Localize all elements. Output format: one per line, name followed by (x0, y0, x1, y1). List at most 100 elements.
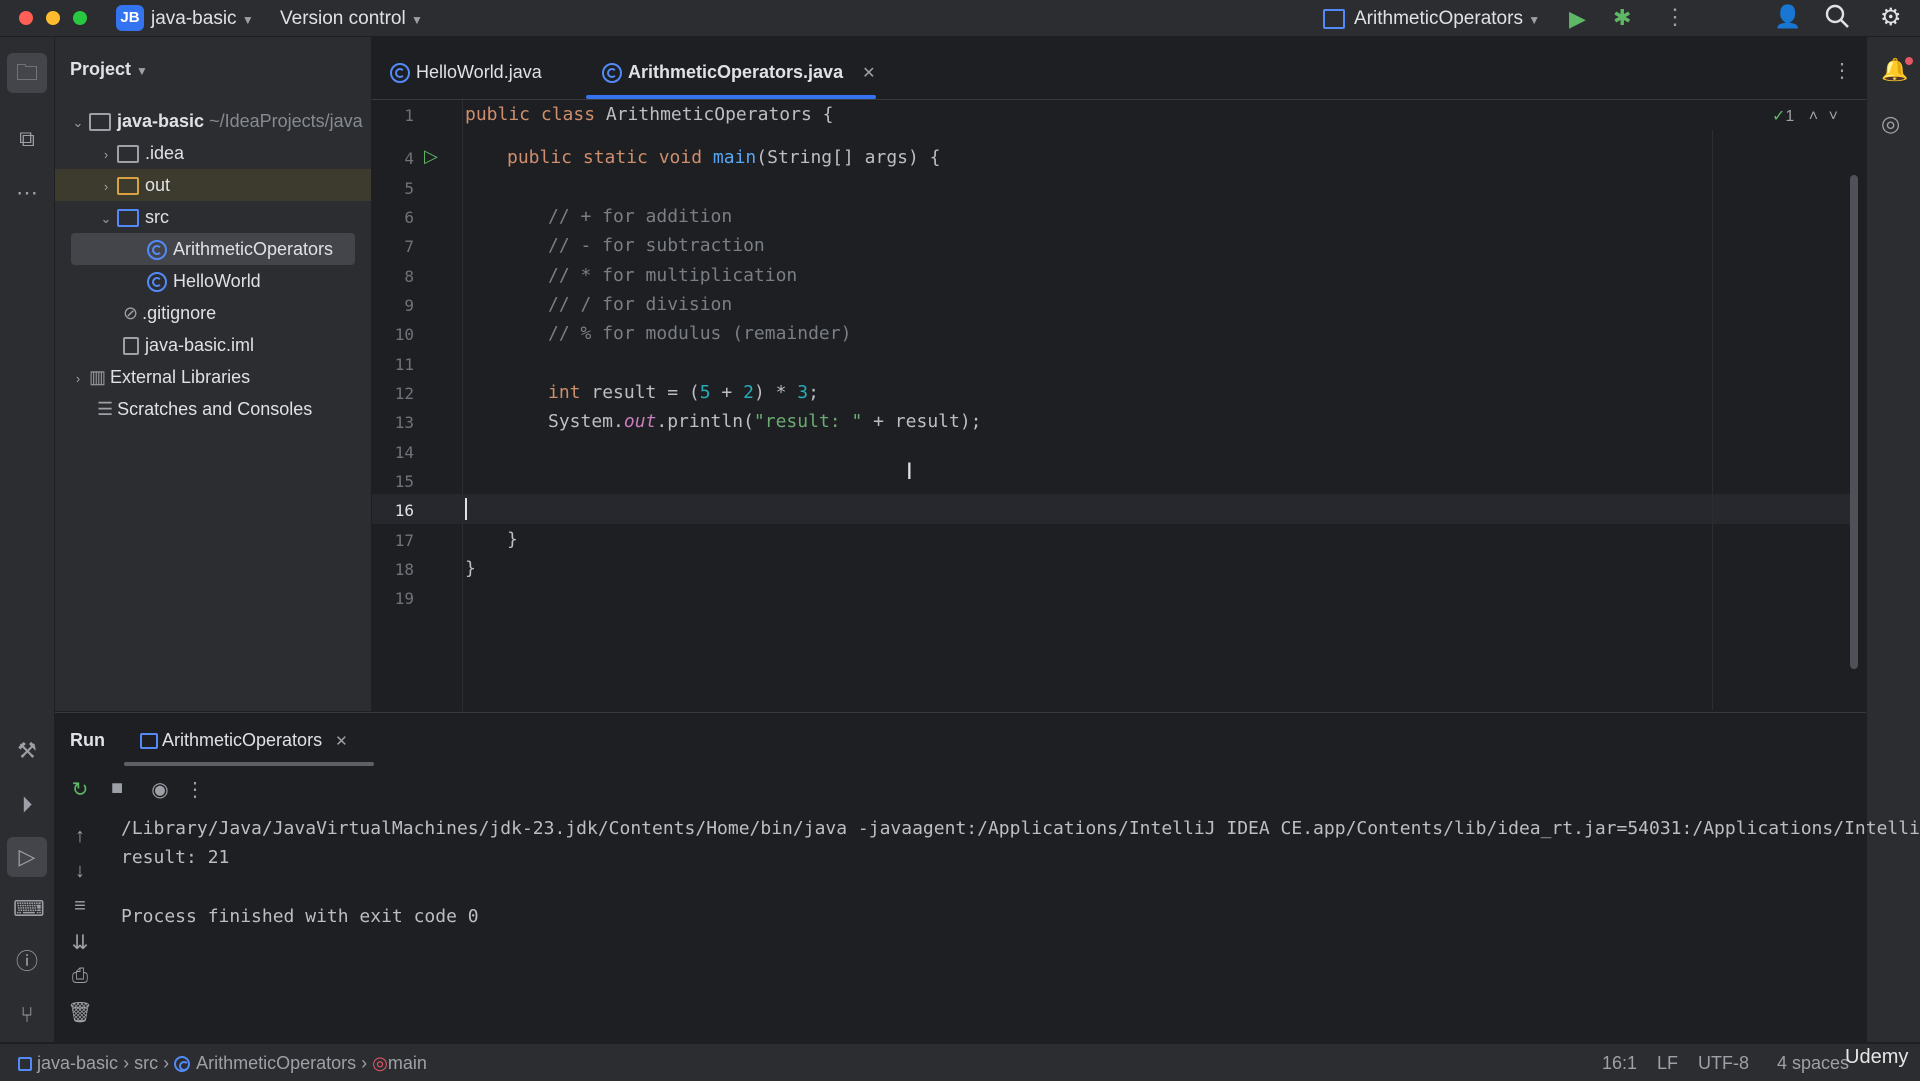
vcs-menu[interactable]: Version control ▼ (280, 8, 423, 30)
tab-arithmeticoperators[interactable]: ArithmeticOperators.java ✕ (602, 37, 876, 99)
run-tab[interactable]: ArithmeticOperators ✕ (140, 730, 348, 751)
project-panel-header[interactable]: Project ▼ (70, 59, 148, 80)
scroll-to-end-icon[interactable]: ⇊ (66, 930, 94, 955)
code-line-10[interactable]: // % for modulus (remainder) (548, 323, 851, 344)
project-switcher[interactable]: java-basic ▼ (151, 8, 254, 30)
ai-assistant-icon[interactable]: ◎ (1881, 111, 1900, 137)
line-number: 18 (394, 560, 414, 579)
module-folder-icon (89, 113, 111, 132)
scroll-down-icon[interactable]: ↓ (66, 860, 94, 883)
code-line-13[interactable]: System.out.println("result: " + result); (548, 411, 982, 432)
root-name: java-basic (117, 111, 205, 131)
chevron-down-icon: ▼ (241, 13, 254, 27)
close-tab-icon[interactable]: ✕ (335, 733, 348, 750)
tree-item-src[interactable]: ⌄ src (95, 201, 169, 233)
print-icon[interactable]: ⎙ (66, 965, 94, 988)
tree-item-out[interactable]: › out (55, 169, 371, 201)
chevron-down-icon[interactable]: ˅ (1829, 108, 1838, 125)
project-folder-icon[interactable]: 🗀 (7, 53, 47, 93)
project-badge[interactable]: JB (116, 5, 144, 31)
trash-icon[interactable]: 🗑 (66, 1000, 94, 1025)
code-line-8[interactable]: // * for multiplication (548, 265, 797, 286)
code-line-7[interactable]: // - for subtraction (548, 235, 765, 256)
breadcrumb-item[interactable]: src (134, 1053, 158, 1073)
more-icon[interactable]: ⋮ (181, 777, 209, 802)
code-token: 5 (699, 382, 711, 403)
breadcrumb-item[interactable]: main (388, 1053, 427, 1073)
structure-icon[interactable]: ⧉ (13, 125, 41, 153)
java-class-icon (602, 63, 622, 84)
camera-icon[interactable]: ◉ (146, 777, 174, 802)
tree-item-java-basic-iml[interactable]: java-basic.iml (123, 329, 254, 361)
run-icon[interactable]: ▶ (1569, 6, 1586, 32)
tree-item-gitignore[interactable]: ⊘ .gitignore (123, 297, 216, 329)
right-tool-strip: 🔔 ◎ (1866, 37, 1920, 1042)
code-token: public static void (507, 147, 703, 168)
tree-item-helloworld[interactable]: HelloWorld (147, 265, 261, 297)
method-icon: ◎ (372, 1053, 388, 1073)
indent-setting[interactable]: 4 spaces (1777, 1053, 1849, 1074)
add-user-icon[interactable]: 👤 (1774, 4, 1801, 30)
settings-gear-icon[interactable]: ⚙ (1880, 3, 1902, 32)
run-gutter-icon[interactable]: ▷ (424, 146, 438, 167)
tree-item-label: Scratches and Consoles (117, 399, 313, 419)
tree-item-arithmeticoperators[interactable]: ArithmeticOperators (71, 233, 355, 265)
file-icon (123, 337, 139, 356)
code-token: ) * (753, 382, 798, 403)
tree-item-scratches[interactable]: ☰ Scratches and Consoles (97, 393, 312, 425)
more-actions-icon[interactable]: ⋮ (1664, 4, 1686, 30)
run-tab-indicator (124, 762, 374, 766)
run-tool-icon[interactable]: ▷ (7, 837, 47, 877)
tree-item-external-libraries[interactable]: › ▥ External Libraries (67, 361, 250, 393)
breadcrumb-item[interactable]: java-basic (37, 1053, 118, 1073)
code-line-9[interactable]: // / for division (548, 294, 732, 315)
chevron-right-icon: › (163, 1053, 175, 1073)
close-window-button[interactable] (19, 11, 33, 25)
line-ending[interactable]: LF (1657, 1053, 1678, 1074)
breadcrumb-item[interactable]: ArithmeticOperators (196, 1053, 356, 1073)
line-number: 6 (404, 208, 414, 227)
close-tab-icon[interactable]: ✕ (862, 65, 875, 82)
caret-position[interactable]: 16:1 (1602, 1053, 1637, 1074)
scroll-up-icon[interactable]: ↑ (66, 825, 94, 848)
terminal-icon[interactable]: ⌨ (13, 895, 45, 923)
inspection-widget[interactable]: ✓1 ˄ ˅ (1772, 106, 1838, 126)
project-name: java-basic (151, 8, 237, 29)
tree-item-idea[interactable]: › .idea (95, 137, 184, 169)
debug-icon[interactable]: ✱ (1613, 5, 1631, 31)
code-line-1[interactable]: public class ArithmeticOperators { (465, 104, 833, 125)
code-line-6[interactable]: // + for addition (548, 206, 732, 227)
editor-tabs (372, 37, 1866, 100)
file-encoding[interactable]: UTF-8 (1698, 1053, 1749, 1074)
git-branch-icon[interactable]: ⑂ (13, 1001, 41, 1029)
maximize-window-button[interactable] (73, 11, 87, 25)
chevron-up-icon[interactable]: ˄ (1809, 108, 1818, 125)
code-token: 2 (743, 382, 754, 403)
build-hammer-icon[interactable]: ⚒ (13, 737, 41, 765)
tab-helloworld[interactable]: HelloWorld.java (390, 37, 542, 99)
services-icon[interactable]: ⏵ (13, 791, 41, 819)
code-line-4[interactable]: public static void main(String[] args) { (507, 147, 941, 168)
line-number: 4 (404, 149, 414, 168)
soft-wrap-icon[interactable]: ≡ (66, 895, 94, 918)
code-line-12[interactable]: int result = (5 + 2) * 3; (548, 382, 819, 403)
rerun-icon[interactable]: ↻ (66, 777, 94, 802)
tree-root-java-basic[interactable]: ⌄ java-basic ~/IdeaProjects/java (67, 105, 363, 137)
tab-label: ArithmeticOperators.java (628, 62, 844, 82)
console-line: result: 21 (121, 847, 230, 868)
folder-icon (117, 145, 139, 164)
search-icon[interactable] (1824, 3, 1850, 34)
code-line-17[interactable]: } (507, 529, 518, 550)
code-line-18[interactable]: } (465, 558, 476, 579)
minimize-window-button[interactable] (46, 11, 60, 25)
run-config-selector[interactable]: ArithmeticOperators ▼ (1354, 8, 1540, 30)
problems-icon[interactable]: ⓘ (13, 948, 41, 976)
udemy-watermark: Udemy (1845, 1046, 1909, 1068)
text-cursor (465, 498, 467, 520)
stop-icon[interactable]: ■ (103, 777, 131, 800)
tabs-more-icon[interactable]: ⋮ (1832, 58, 1852, 83)
ignore-file-icon: ⊘ (123, 303, 139, 323)
more-tools-icon[interactable]: ⋯ (13, 179, 41, 207)
editor-scrollbar[interactable] (1850, 175, 1858, 669)
chevron-down-icon: ⌄ (100, 211, 112, 226)
